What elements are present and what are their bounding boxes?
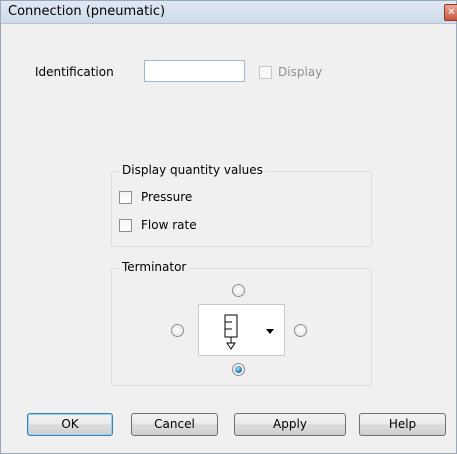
display-quantity-title: Display quantity values: [119, 163, 266, 177]
terminator-selector[interactable]: [198, 304, 285, 356]
pneumatic-exhaust-silencer-icon: [224, 314, 238, 350]
ok-button[interactable]: OK: [27, 413, 113, 436]
connection-dialog: Connection (pneumatic) ✕ Identification …: [0, 0, 457, 454]
title-bar[interactable]: Connection (pneumatic) ✕: [1, 1, 457, 24]
chevron-down-icon: [266, 329, 274, 334]
flow-rate-checkbox[interactable]: [119, 219, 132, 232]
terminator-right-radio[interactable]: [294, 324, 307, 337]
help-button[interactable]: Help: [359, 413, 446, 436]
terminator-top-radio[interactable]: [232, 284, 245, 297]
pressure-checkbox[interactable]: [119, 191, 132, 204]
terminator-left-radio[interactable]: [171, 324, 184, 337]
identification-label: Identification: [35, 65, 114, 79]
display-checkbox[interactable]: [259, 66, 272, 79]
display-quantity-group: [111, 171, 372, 247]
pressure-label: Pressure: [141, 190, 193, 204]
terminator-bottom-radio[interactable]: [232, 363, 245, 376]
close-icon[interactable]: ✕: [444, 4, 457, 21]
flow-rate-label: Flow rate: [141, 218, 197, 232]
display-label: Display: [278, 65, 323, 79]
cancel-button[interactable]: Cancel: [131, 413, 218, 436]
window-title: Connection (pneumatic): [8, 4, 166, 19]
identification-input[interactable]: [144, 60, 245, 82]
terminator-title: Terminator: [119, 260, 190, 274]
apply-button[interactable]: Apply: [234, 413, 346, 436]
